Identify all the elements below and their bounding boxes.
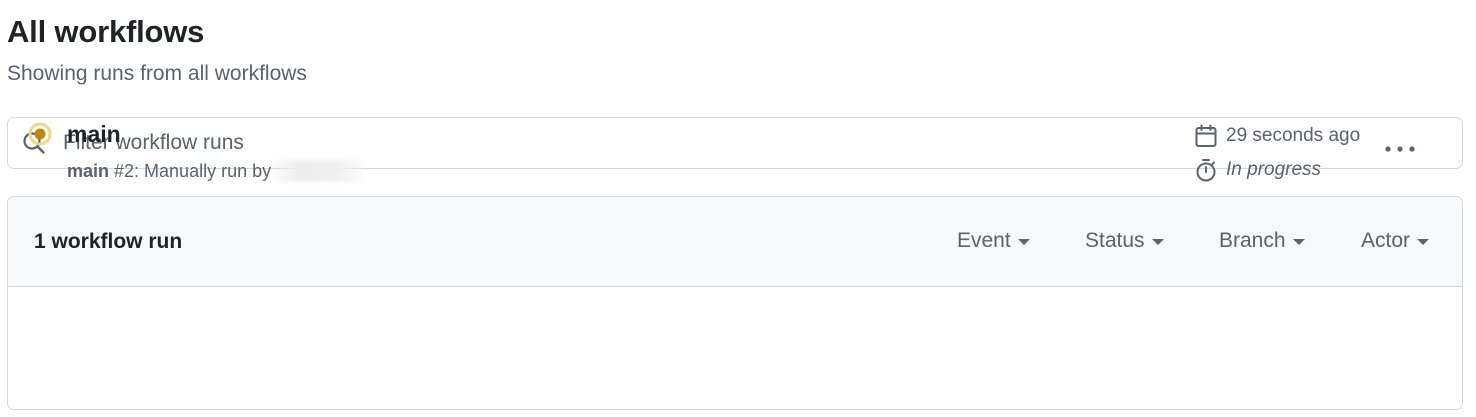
run-meta: main #2: Manually run by <box>67 160 365 182</box>
actor-filter-dropdown[interactable]: Actor <box>1361 229 1430 253</box>
page-title: All workflows <box>7 14 205 49</box>
runs-header: 1 workflow run Event Status Branch Actor <box>8 197 1462 287</box>
run-branch[interactable]: main <box>67 161 109 182</box>
run-title-link[interactable]: main <box>67 121 121 148</box>
runs-filters: Event Status Branch Actor <box>8 229 1462 259</box>
status-filter-label: Status <box>1085 229 1145 252</box>
run-description: #2: Manually run by <box>114 160 272 181</box>
chevron-down-icon <box>1017 239 1030 245</box>
branch-filter-label: Branch <box>1219 229 1286 252</box>
run-time-label: 29 seconds ago <box>1226 125 1361 146</box>
filter-runs-input[interactable] <box>63 131 1363 155</box>
status-filter-dropdown[interactable]: Status <box>1085 229 1164 253</box>
run-state-label: In progress <box>1226 159 1322 180</box>
redacted-username <box>272 160 365 182</box>
chevron-down-icon <box>1417 239 1430 245</box>
in-progress-dot-icon <box>28 122 52 151</box>
run-state: In progress <box>1194 158 1321 182</box>
calendar-icon <box>1194 124 1218 148</box>
kebab-horizontal-icon <box>1384 140 1416 158</box>
event-filter-dropdown[interactable]: Event <box>957 229 1030 253</box>
actions-page: All workflows Showing runs from all work… <box>0 0 1476 417</box>
event-filter-label: Event <box>957 229 1011 252</box>
page-subtitle: Showing runs from all workflows <box>7 62 307 85</box>
branch-filter-dropdown[interactable]: Branch <box>1219 229 1305 253</box>
chevron-down-icon <box>1292 239 1305 245</box>
actor-filter-label: Actor <box>1361 229 1411 252</box>
run-actions-button[interactable] <box>1382 135 1418 163</box>
workflow-runs-box: 1 workflow run Event Status Branch Actor <box>7 196 1463 410</box>
run-time: 29 seconds ago <box>1194 124 1360 148</box>
chevron-down-icon <box>1151 239 1164 245</box>
stopwatch-icon <box>1194 158 1218 182</box>
